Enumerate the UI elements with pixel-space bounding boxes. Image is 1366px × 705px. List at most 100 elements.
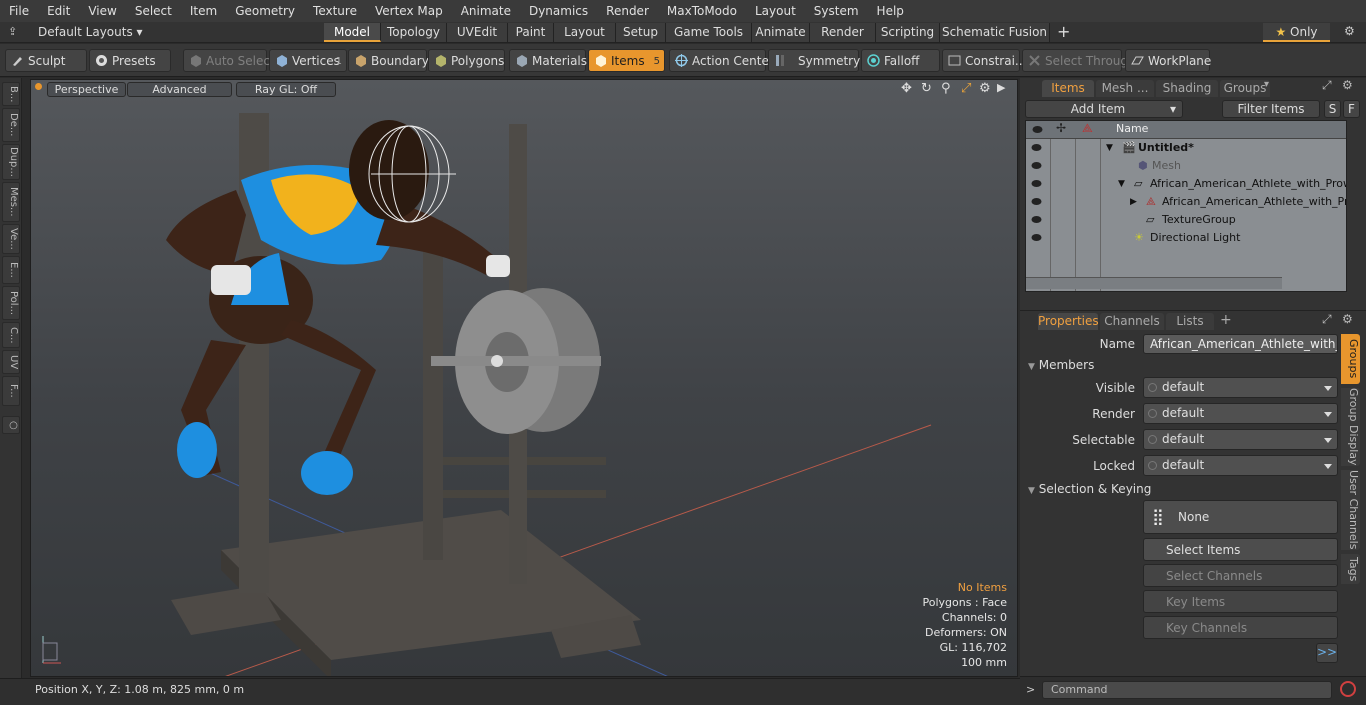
members-header[interactable]: ▼ Members bbox=[1028, 358, 1094, 372]
tab-schematic-fusion[interactable]: Schematic Fusion bbox=[940, 23, 1050, 42]
select-through-button[interactable]: Select Through bbox=[1022, 49, 1136, 72]
layout-settings-icon[interactable]: ⚙ bbox=[1344, 24, 1355, 38]
only-toggle[interactable]: ★ Only bbox=[1263, 23, 1330, 42]
left-tab-fusion[interactable]: F... bbox=[2, 376, 20, 406]
tree-row-locator[interactable]: ▶ ⟁ African_American_Athlete_with_Pr... bbox=[1026, 193, 1346, 211]
3d-viewport[interactable]: Perspective Advanced Ray GL: Off ✥ ↻ ⚲ ⤢… bbox=[30, 79, 1018, 677]
tab-channels[interactable]: Channels bbox=[1100, 313, 1164, 330]
select-items-button[interactable]: Select Items bbox=[1143, 538, 1338, 561]
add-tab-icon[interactable]: + bbox=[1057, 22, 1070, 41]
more-button[interactable]: >> bbox=[1316, 643, 1338, 663]
selection-keying-header[interactable]: ▼ Selection & Keying bbox=[1028, 482, 1151, 496]
tree-row-texturegroup[interactable]: ▱ TextureGroup bbox=[1026, 211, 1346, 229]
panel-settings-icon[interactable]: ⚙ bbox=[1342, 78, 1353, 92]
collapse-icon[interactable]: ▶ bbox=[1130, 193, 1137, 211]
filter-items-input[interactable]: Filter Items bbox=[1222, 100, 1320, 118]
tab-lists[interactable]: Lists bbox=[1166, 313, 1214, 330]
vtab-user-channels[interactable]: User Channels bbox=[1341, 470, 1360, 550]
tab-game-tools[interactable]: Game Tools bbox=[666, 23, 752, 42]
menu-texture[interactable]: Texture bbox=[304, 0, 366, 22]
left-tab-deform[interactable]: De... bbox=[2, 108, 20, 142]
select-channels-button[interactable]: Select Channels bbox=[1143, 564, 1338, 587]
key-channels-button[interactable]: Key Channels bbox=[1143, 616, 1338, 639]
tree-scrollbar[interactable] bbox=[1026, 277, 1282, 289]
menu-item[interactable]: Item bbox=[181, 0, 226, 22]
tab-items[interactable]: Items bbox=[1042, 80, 1094, 97]
menu-view[interactable]: View bbox=[79, 0, 125, 22]
command-input[interactable]: Command bbox=[1042, 681, 1332, 699]
eye-icon[interactable] bbox=[1031, 143, 1042, 152]
selectable-dropdown[interactable]: default bbox=[1143, 429, 1338, 450]
menu-geometry[interactable]: Geometry bbox=[226, 0, 304, 22]
left-tab-more[interactable]: ○ bbox=[2, 416, 20, 434]
vtab-tags[interactable]: Tags bbox=[1341, 554, 1360, 584]
add-tab-icon[interactable]: + bbox=[1220, 312, 1232, 328]
tab-paint[interactable]: Paint bbox=[508, 23, 554, 42]
menu-maxtomodo[interactable]: MaxToModo bbox=[658, 0, 746, 22]
tab-mesh[interactable]: Mesh ... bbox=[1096, 80, 1154, 97]
menu-animate[interactable]: Animate bbox=[452, 0, 520, 22]
eye-icon[interactable] bbox=[1031, 161, 1042, 170]
action-center-button[interactable]: Action Center bbox=[669, 49, 774, 72]
menu-edit[interactable]: Edit bbox=[38, 0, 79, 22]
menu-system[interactable]: System bbox=[805, 0, 868, 22]
constraints-button[interactable]: Constrai... bbox=[942, 49, 1026, 72]
tab-setup[interactable]: Setup bbox=[616, 23, 666, 42]
filter-f-button[interactable]: F bbox=[1343, 100, 1360, 118]
menu-layout[interactable]: Layout bbox=[746, 0, 805, 22]
auto-select-button[interactable]: Auto Select bbox=[183, 49, 275, 72]
left-tab-vertex[interactable]: Ve... bbox=[2, 224, 20, 254]
tab-topology[interactable]: Topology bbox=[381, 23, 447, 42]
workplane-button[interactable]: WorkPlane bbox=[1125, 49, 1211, 72]
menu-vertex-map[interactable]: Vertex Map bbox=[366, 0, 452, 22]
left-tab-polygon[interactable]: Pol... bbox=[2, 286, 20, 320]
eye-icon[interactable] bbox=[1031, 215, 1042, 224]
locked-dropdown[interactable]: default bbox=[1143, 455, 1338, 476]
name-input[interactable]: African_American_Athlete_with_Prow bbox=[1143, 334, 1338, 354]
props-settings-icon[interactable]: ⚙ bbox=[1342, 312, 1353, 326]
tab-layout[interactable]: Layout bbox=[554, 23, 616, 42]
presets-button[interactable]: Presets bbox=[89, 49, 171, 72]
left-tab-basic[interactable]: B... bbox=[2, 82, 20, 106]
layout-selector[interactable]: Default Layouts ▾ bbox=[38, 24, 143, 41]
none-button[interactable]: ⣿ None bbox=[1143, 500, 1338, 534]
render-dropdown[interactable]: default bbox=[1143, 403, 1338, 424]
menu-select[interactable]: Select bbox=[126, 0, 181, 22]
polygons-button[interactable]: Polygons bbox=[428, 49, 505, 72]
left-tab-uv[interactable]: UV bbox=[2, 350, 20, 374]
tree-row-scene[interactable]: ▼ 🎬 Untitled* bbox=[1026, 139, 1346, 157]
filter-s-button[interactable]: S bbox=[1324, 100, 1341, 118]
left-tab-edge[interactable]: E... bbox=[2, 256, 20, 284]
materials-button[interactable]: Materials bbox=[509, 49, 587, 72]
add-item-button[interactable]: Add Item ▾ bbox=[1025, 100, 1183, 118]
menu-dynamics[interactable]: Dynamics bbox=[520, 0, 597, 22]
tab-model[interactable]: Model bbox=[324, 23, 381, 42]
tree-row-light[interactable]: ☀ Directional Light bbox=[1026, 229, 1346, 247]
eye-icon[interactable] bbox=[1031, 179, 1042, 188]
tab-animate[interactable]: Animate bbox=[752, 23, 810, 42]
boundary-button[interactable]: Boundary bbox=[348, 49, 429, 72]
symmetry-button[interactable]: Symmetry bbox=[768, 49, 860, 72]
eye-icon[interactable] bbox=[1031, 197, 1042, 206]
menu-help[interactable]: Help bbox=[868, 0, 913, 22]
visible-dropdown[interactable]: default bbox=[1143, 377, 1338, 398]
expand-icon[interactable]: ▼ bbox=[1118, 175, 1125, 193]
items-button[interactable]: Items 5 bbox=[588, 49, 665, 72]
falloff-button[interactable]: Falloff bbox=[861, 49, 940, 72]
tab-scripting[interactable]: Scripting bbox=[876, 23, 940, 42]
sculpt-button[interactable]: Sculpt bbox=[5, 49, 87, 72]
props-maximize-icon[interactable]: ⤢ bbox=[1322, 312, 1332, 327]
tabs-overflow-icon[interactable]: ▾ bbox=[1264, 79, 1269, 90]
expand-icon[interactable]: ▼ bbox=[1106, 139, 1113, 157]
record-icon[interactable] bbox=[1340, 681, 1356, 697]
vertices-button[interactable]: Vertices 1 bbox=[269, 49, 347, 72]
vtab-group-display[interactable]: Group Display bbox=[1341, 388, 1360, 466]
tab-shading[interactable]: Shading bbox=[1156, 80, 1218, 97]
key-items-button[interactable]: Key Items bbox=[1143, 590, 1338, 613]
left-tab-duplicate[interactable]: Dup... bbox=[2, 144, 20, 180]
left-tab-curve[interactable]: C... bbox=[2, 322, 20, 348]
tab-render[interactable]: Render bbox=[810, 23, 876, 42]
tab-uvedit[interactable]: UVEdit bbox=[447, 23, 508, 42]
menu-file[interactable]: File bbox=[0, 0, 38, 22]
left-tab-mesh-edit[interactable]: Mes... bbox=[2, 182, 20, 222]
